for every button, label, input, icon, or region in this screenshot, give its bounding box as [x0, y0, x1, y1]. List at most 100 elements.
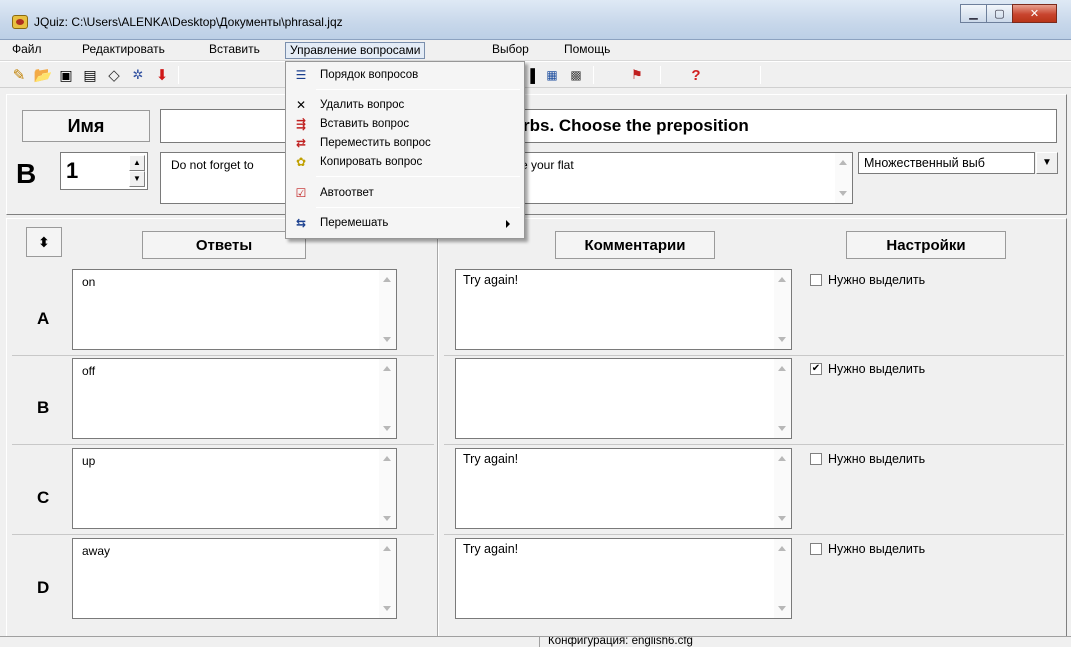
- toolbar-separator: [178, 66, 179, 84]
- save-as-icon[interactable]: ▤: [80, 65, 100, 85]
- answer-letter: D: [37, 578, 50, 597]
- column-splitter[interactable]: [437, 219, 439, 647]
- status-config: Конфигурация: english6.cfg: [548, 636, 693, 647]
- comment-scrollbar[interactable]: [774, 539, 791, 618]
- menu-item-delete-question[interactable]: ✕ Удалить вопрос: [286, 96, 524, 115]
- menu-item-insert-question[interactable]: ⇶ Вставить вопрос: [286, 115, 524, 134]
- row-divider: [444, 534, 1064, 535]
- menu-select[interactable]: Выбор: [488, 42, 533, 59]
- answer-letter: A: [37, 309, 50, 328]
- answer-field[interactable]: off: [72, 358, 397, 439]
- menu-insert[interactable]: Вставить: [205, 42, 264, 59]
- save-icon[interactable]: ▣: [56, 65, 76, 85]
- menu-bar: Файл Редактировать Вставить Управление в…: [0, 40, 1071, 61]
- menu-item-label: Копировать вопрос: [320, 156, 423, 168]
- web-export-icon[interactable]: ✲: [128, 65, 148, 85]
- answer-scrollbar[interactable]: [379, 449, 396, 528]
- answers-header-button[interactable]: Ответы: [142, 231, 306, 259]
- menu-item-copy-question[interactable]: ✿ Копировать вопрос: [286, 153, 524, 172]
- menu-item-label: Переместить вопрос: [320, 137, 431, 149]
- menu-item-question-order[interactable]: ☰ Порядок вопросов: [286, 66, 524, 85]
- question-number: 1: [66, 158, 79, 183]
- comment-field[interactable]: Try again!: [455, 538, 792, 619]
- status-panel-left: [10, 637, 540, 647]
- question-type-select[interactable]: Множественный выб: [858, 152, 1035, 174]
- submenu-arrow-icon: [506, 220, 510, 228]
- question-text-right: e your flat: [521, 158, 574, 172]
- move-question-icon: ⇄: [295, 136, 307, 150]
- answer-scrollbar[interactable]: [379, 359, 396, 438]
- menu-item-shuffle[interactable]: ⇆ Перемешать: [286, 214, 524, 233]
- comment-field[interactable]: Try again!: [455, 269, 792, 350]
- copy-question-icon: ✿: [295, 155, 307, 169]
- export-web-icon[interactable]: ▦: [542, 65, 562, 85]
- minimize-button[interactable]: ▁: [960, 4, 987, 23]
- comment-text: Try again!: [463, 452, 519, 466]
- close-icon: ✕: [1029, 8, 1040, 20]
- flag-icon[interactable]: ⚑: [627, 65, 647, 85]
- app-icon: [12, 15, 28, 29]
- menu-item-label: Перемешать: [320, 217, 389, 229]
- must-select-checkbox[interactable]: ✔: [810, 363, 822, 375]
- must-select-label: Нужно выделить: [828, 273, 926, 287]
- menu-item-auto-answer[interactable]: ☑ Автоответ: [286, 184, 524, 203]
- shuffle-icon: ⇆: [295, 216, 307, 230]
- answer-scrollbar[interactable]: [379, 539, 396, 618]
- answer-field[interactable]: on: [72, 269, 397, 350]
- updown-arrows-icon: ⬍: [38, 233, 50, 250]
- menu-file[interactable]: Файл: [8, 42, 46, 59]
- toolbar-separator: [760, 66, 761, 84]
- question-number-spinner[interactable]: 1 ▲ ▼: [60, 152, 148, 190]
- must-select-checkbox[interactable]: [810, 453, 822, 465]
- row-divider: [12, 534, 434, 535]
- sort-updown-button[interactable]: ⬍: [26, 227, 62, 257]
- insert-question-icon: ⇶: [295, 117, 307, 131]
- menu-edit[interactable]: Редактировать: [78, 42, 169, 59]
- answer-scrollbar[interactable]: [379, 270, 396, 349]
- settings-header-button[interactable]: Настройки: [846, 231, 1006, 259]
- answer-text: on: [82, 275, 96, 289]
- comment-scrollbar[interactable]: [774, 270, 791, 349]
- open-folder-icon[interactable]: 📂: [33, 65, 53, 85]
- question-type-dropdown-button[interactable]: ▼: [1036, 152, 1058, 174]
- close-button[interactable]: ✕: [1012, 4, 1057, 23]
- comment-scrollbar[interactable]: [774, 449, 791, 528]
- list-order-icon: ☰: [295, 68, 307, 82]
- comments-header-button[interactable]: Комментарии: [555, 231, 715, 259]
- toolbar-separator: [593, 66, 594, 84]
- name-button[interactable]: Имя: [22, 110, 150, 142]
- menu-separator: [316, 207, 520, 208]
- spinner-down-button[interactable]: ▼: [129, 171, 145, 187]
- menu-item-move-question[interactable]: ⇄ Переместить вопрос: [286, 134, 524, 153]
- comment-field[interactable]: Try again!: [455, 448, 792, 529]
- menu-item-label: Автоответ: [320, 187, 374, 199]
- export-print-icon[interactable]: ▩: [566, 65, 586, 85]
- comment-field[interactable]: [455, 358, 792, 439]
- new-file-icon[interactable]: ✎: [9, 65, 29, 85]
- answer-field[interactable]: up: [72, 448, 397, 529]
- answer-text: up: [82, 454, 96, 468]
- row-divider: [444, 444, 1064, 445]
- must-select-checkbox[interactable]: [810, 543, 822, 555]
- menu-help[interactable]: Помощь: [560, 42, 614, 59]
- comment-text: Try again!: [463, 542, 519, 556]
- eraser-icon[interactable]: ◇: [104, 65, 124, 85]
- must-select-checkbox[interactable]: [810, 274, 822, 286]
- comment-scrollbar[interactable]: [774, 359, 791, 438]
- auto-answer-icon: ☑: [295, 186, 307, 200]
- spinner-up-button[interactable]: ▲: [129, 155, 145, 171]
- down-arrow-icon[interactable]: ⬇: [152, 65, 172, 85]
- maximize-button[interactable]: ▢: [986, 4, 1013, 23]
- help-icon[interactable]: ?: [686, 65, 706, 85]
- answer-text: off: [82, 364, 96, 378]
- question-text-left: Do not forget to: [171, 158, 254, 172]
- menu-item-label: Вставить вопрос: [320, 118, 410, 130]
- menu-question-management[interactable]: Управление вопросами: [285, 42, 426, 59]
- answer-letter: C: [37, 488, 50, 507]
- toolbar: ✎ 📂 ▣ ▤ ◇ ✲ ⬇ ▌ ▦ ▩ ⚑ ?: [0, 62, 1071, 88]
- question-text-scrollbar[interactable]: [835, 153, 852, 203]
- answer-field[interactable]: away: [72, 538, 397, 619]
- question-management-menu: ☰ Порядок вопросов ✕ Удалить вопрос ⇶ Вс…: [285, 61, 525, 239]
- status-bar: Конфигурация: english6.cfg: [0, 636, 1071, 647]
- must-select-label: Нужно выделить: [828, 542, 926, 556]
